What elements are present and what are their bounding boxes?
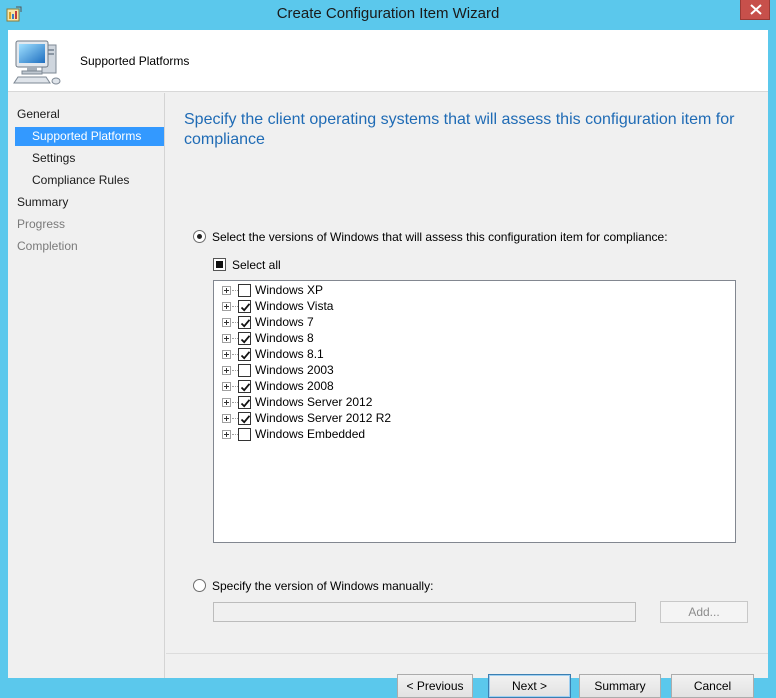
tree-row-windows-2003[interactable]: Windows 2003 [214,362,735,378]
select-versions-radio[interactable] [193,230,206,243]
wizard-header: Supported Platforms [8,30,768,92]
platform-label[interactable]: Windows Server 2012 R2 [255,411,391,425]
platform-checkbox[interactable] [238,428,251,441]
tree-row-windows-vista[interactable]: Windows Vista [214,298,735,314]
checkmark-icon [240,319,251,328]
platform-checkbox[interactable] [238,332,251,345]
select-all-checkbox[interactable] [213,258,226,271]
computer-monitor-icon [12,37,66,87]
expand-plus-icon[interactable] [222,334,231,343]
checkmark-icon [240,351,251,360]
wizard-client-area: Supported Platforms General Supported Pl… [8,30,768,698]
sidebar-item-summary[interactable]: Summary [17,193,137,212]
platform-tree[interactable]: Windows XP Windows Vista Windows 7 Windo… [213,280,736,543]
page-title: Supported Platforms [80,54,190,68]
checkmark-icon [240,303,251,312]
platform-label[interactable]: Windows 8.1 [255,347,324,361]
expand-plus-icon[interactable] [222,398,231,407]
add-button[interactable]: Add... [660,601,748,623]
sidebar-item-completion: Completion [17,239,78,253]
tree-row-windows-embedded[interactable]: Windows Embedded [214,426,735,442]
tree-row-windows-7[interactable]: Windows 7 [214,314,735,330]
sidebar-item-general[interactable]: General [16,105,156,124]
checkmark-icon [240,399,251,408]
tree-row-windows-server-2012[interactable]: Windows Server 2012 [214,394,735,410]
window-title: Create Configuration Item Wizard [276,5,500,22]
tree-row-windows-2008[interactable]: Windows 2008 [214,378,735,394]
close-icon [750,4,762,15]
wizard-steps-sidebar: General Supported Platforms Settings Com… [8,93,165,678]
previous-button[interactable]: < Previous [397,674,473,698]
tree-row-windows-8-1[interactable]: Windows 8.1 [214,346,735,362]
expand-plus-icon[interactable] [222,382,231,391]
checkmark-icon [240,335,251,344]
tree-row-windows-8[interactable]: Windows 8 [214,330,735,346]
checkmark-icon [240,383,251,392]
select-all-label[interactable]: Select all [232,258,281,272]
platform-checkbox[interactable] [238,348,251,361]
platform-checkbox[interactable] [238,412,251,425]
indeterminate-mark [216,261,223,268]
radio-selected-dot [197,234,202,239]
cancel-button[interactable]: Cancel [671,674,754,698]
sidebar-item-supported-platforms[interactable]: Supported Platforms [15,127,164,146]
sidebar-item-progress: Progress [17,217,66,231]
expand-plus-icon[interactable] [222,302,231,311]
checkmark-icon [240,415,251,424]
platform-label[interactable]: Windows 2003 [255,363,334,377]
manual-version-input[interactable] [213,602,636,622]
expand-plus-icon[interactable] [222,318,231,327]
expand-plus-icon[interactable] [222,414,231,423]
tree-row-windows-server-2012-r2[interactable]: Windows Server 2012 R2 [214,410,735,426]
platform-label[interactable]: Windows Vista [255,299,333,313]
platform-checkbox[interactable] [238,300,251,313]
select-versions-label[interactable]: Select the versions of Windows that will… [212,230,668,244]
expand-plus-icon[interactable] [222,286,231,295]
wizard-main-panel: Specify the client operating systems tha… [166,93,768,698]
sidebar-item-compliance-rules[interactable]: Compliance Rules [32,171,157,190]
tree-row-windows-xp[interactable]: Windows XP [214,282,735,298]
expand-plus-icon[interactable] [222,366,231,375]
expand-plus-icon[interactable] [222,350,231,359]
platform-label[interactable]: Windows Server 2012 [255,395,372,409]
platform-checkbox[interactable] [238,396,251,409]
summary-button[interactable]: Summary [579,674,661,698]
platform-label[interactable]: Windows Embedded [255,427,365,441]
platform-label[interactable]: Windows 2008 [255,379,334,393]
platform-checkbox[interactable] [238,364,251,377]
platform-label[interactable]: Windows 8 [255,331,314,345]
platform-checkbox[interactable] [238,284,251,297]
platform-label[interactable]: Windows 7 [255,315,314,329]
next-button[interactable]: Next > [488,674,571,698]
platform-label[interactable]: Windows XP [255,283,323,297]
title-bar[interactable]: Create Configuration Item Wizard [0,0,776,30]
close-button[interactable] [740,0,770,20]
platform-checkbox[interactable] [238,316,251,329]
expand-plus-icon[interactable] [222,430,231,439]
specify-manually-radio[interactable] [193,579,206,592]
specify-manually-label[interactable]: Specify the version of Windows manually: [212,579,433,593]
sidebar-item-settings[interactable]: Settings [32,149,152,168]
footer-divider [166,653,768,654]
page-heading: Specify the client operating systems tha… [184,111,735,148]
platform-checkbox[interactable] [238,380,251,393]
wizard-window: Create Configuration Item Wizard Support… [0,0,776,698]
